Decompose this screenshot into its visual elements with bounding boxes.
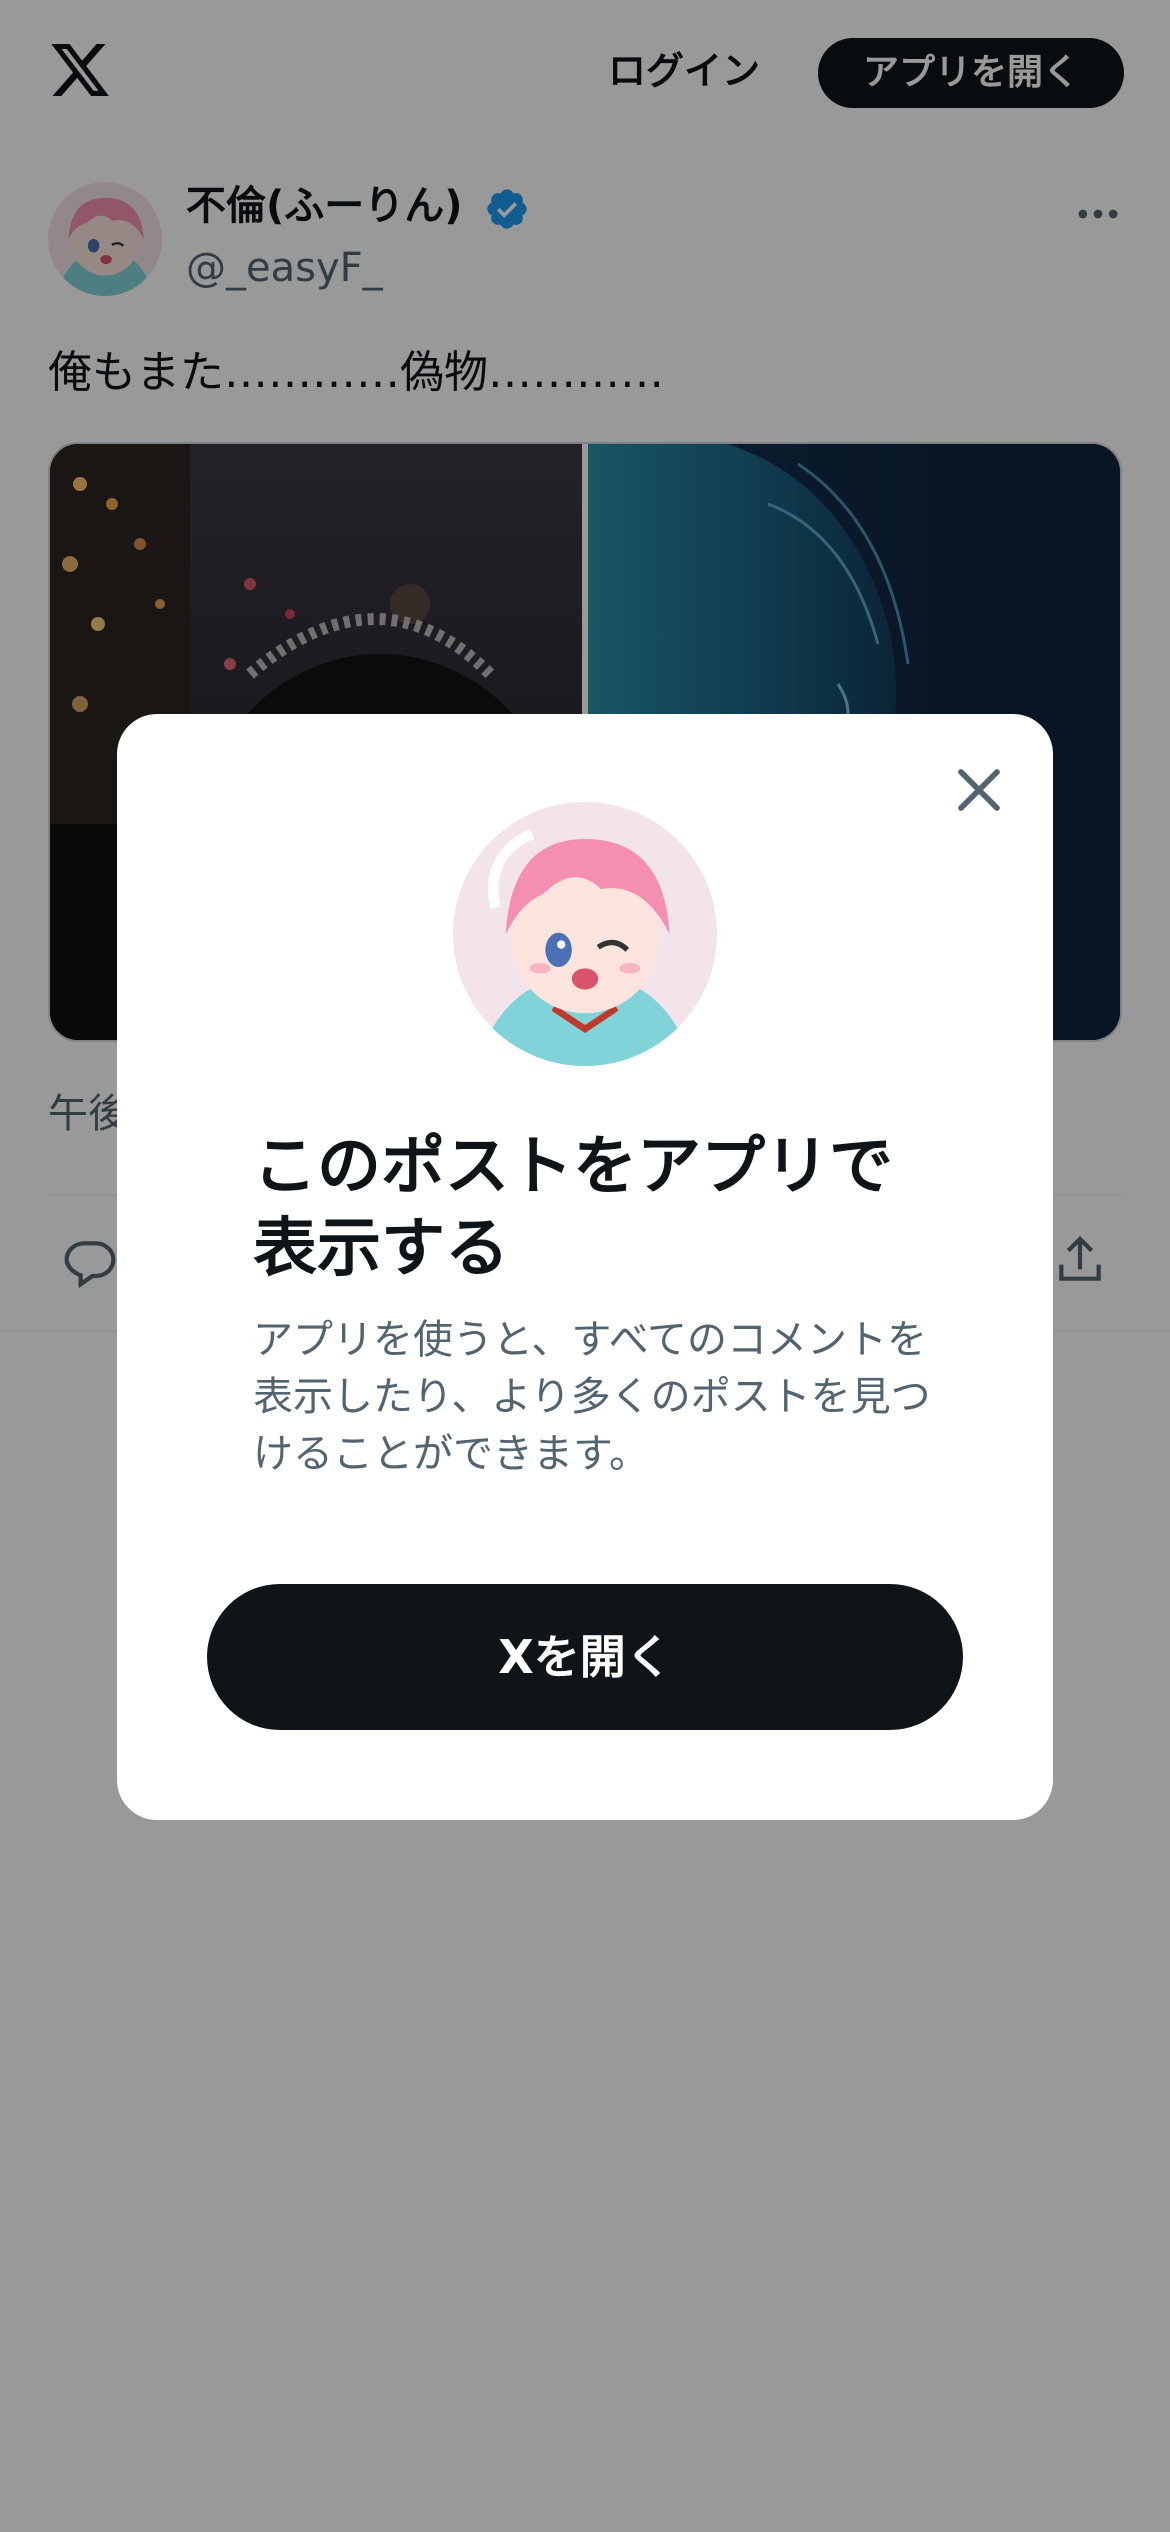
avatar-image [453,802,717,1066]
close-icon[interactable] [943,754,1015,826]
open-in-app-dialog: このポストをアプリで表示する アプリを使うと、すべてのコメントを表示したり、より… [117,714,1053,1820]
dialog-avatar [453,802,717,1066]
dialog-title: このポストをアプリで表示する [253,1130,893,1286]
dialog-description: アプリを使うと、すべてのコメントを表示したり、より多くのポストを見つけることがで… [253,1317,931,1477]
page: ログイン アプリを開く 不倫(ふーりん) @_easyF_ 俺もまた…………偽物… [0,0,1170,2532]
open-x-button[interactable]: Xを開く [207,1584,963,1730]
